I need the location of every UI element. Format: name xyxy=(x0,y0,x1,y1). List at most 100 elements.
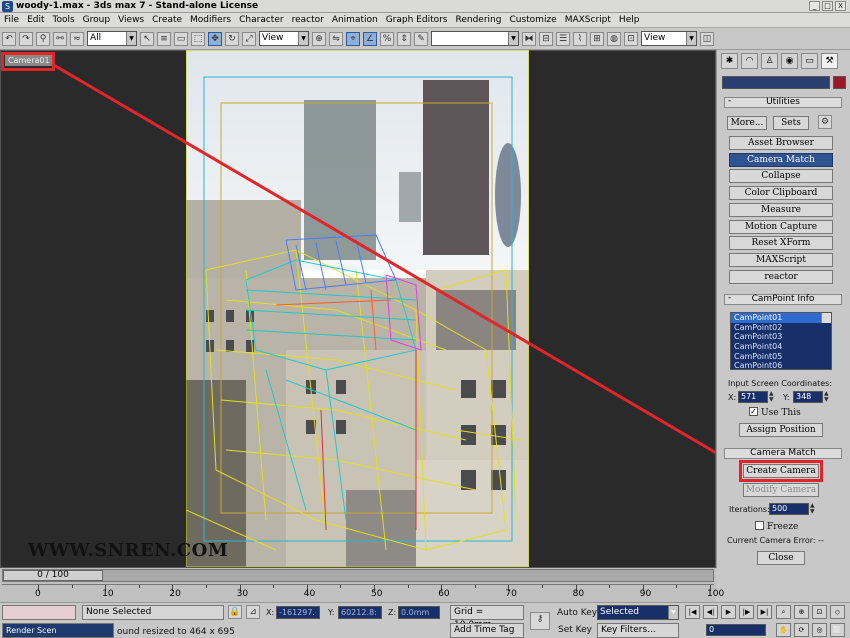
freeze-label: Freeze xyxy=(767,522,799,532)
key-filters-button[interactable]: Key Filters... xyxy=(597,623,679,638)
track-bar[interactable]: 0 10 20 30 40 50 60 70 80 90 100 xyxy=(2,584,724,601)
utility-motion-capture[interactable]: Motion Capture xyxy=(729,220,833,234)
play-icon[interactable]: ▶ xyxy=(721,605,736,619)
chevron-down-icon: ▼ xyxy=(668,606,678,619)
list-item[interactable]: CamPoint02 xyxy=(731,323,831,333)
time-slider[interactable]: 0 / 100 xyxy=(2,569,714,582)
close-utility-button[interactable]: Close xyxy=(757,551,805,565)
display-tab-icon[interactable]: ▭ xyxy=(801,53,818,69)
hierarchy-tab-icon[interactable]: ♙ xyxy=(761,53,778,69)
spinner-arrows-icon[interactable]: ▲ ▼ xyxy=(824,391,831,403)
freeze-checkbox[interactable] xyxy=(755,521,764,530)
zoom-all-icon[interactable]: ⊕ xyxy=(794,605,809,619)
key-mode-dropdown[interactable]: Selected ▼ xyxy=(597,605,679,620)
status-bar: None Selected 🔒 ⊿ X: -161297. Y: 60212.8… xyxy=(0,602,850,638)
status-y-label: Y: xyxy=(328,608,335,617)
sets-button[interactable]: Sets xyxy=(773,116,809,130)
create-tab-icon[interactable]: ✱ xyxy=(721,53,738,69)
configure-button-sets-icon[interactable]: ⚙ xyxy=(818,115,832,129)
maximize-viewport-icon[interactable]: ⬜ xyxy=(830,623,845,637)
utility-color-clipboard[interactable]: Color Clipboard xyxy=(729,186,833,200)
assign-position-button[interactable]: Assign Position xyxy=(739,423,823,437)
current-frame-field[interactable]: 0 xyxy=(706,624,766,636)
object-color-swatch[interactable] xyxy=(833,76,846,89)
status-y-field[interactable]: 60212.8: xyxy=(338,606,382,619)
timeline-tick xyxy=(71,585,73,588)
modify-camera-button[interactable]: Modify Camera xyxy=(743,483,819,497)
utility-camera-match[interactable]: Camera Match xyxy=(729,153,833,167)
timeline-tick-label: 70 xyxy=(505,589,517,599)
walk-through-icon[interactable]: ⟳ xyxy=(794,623,809,637)
iterations-field[interactable]: 500 xyxy=(769,503,809,515)
screen-y-field[interactable]: 348 xyxy=(793,391,823,403)
key-icon[interactable]: ⚷ xyxy=(530,612,550,630)
camera-match-rollout-header[interactable]: Camera Match xyxy=(724,448,842,459)
utility-reactor[interactable]: reactor xyxy=(729,270,833,284)
list-item[interactable]: CamPoint03 xyxy=(731,332,831,342)
field-of-view-icon[interactable]: ◇ xyxy=(830,605,845,619)
timeline-tick-label: 20 xyxy=(169,589,181,599)
add-time-tag[interactable]: Add Time Tag xyxy=(450,623,524,638)
previous-frame-icon[interactable]: ◀| xyxy=(703,605,718,619)
maxscript-listener-mini[interactable] xyxy=(2,605,76,620)
zoom-icon[interactable]: ⌕ xyxy=(776,605,791,619)
render-scene-taskbar[interactable]: Render Scen xyxy=(2,623,114,638)
create-camera-highlight xyxy=(739,460,823,482)
grid-size: Grid = 10.0mm xyxy=(450,605,524,630)
motion-tab-icon[interactable]: ◉ xyxy=(781,53,798,69)
list-item[interactable]: CamPoint06 xyxy=(731,361,831,371)
utilities-rollout-header[interactable]: - Utilities xyxy=(724,97,842,108)
object-name-field[interactable] xyxy=(722,76,830,89)
timeline-tick xyxy=(206,585,207,588)
set-key-label[interactable]: Set Key xyxy=(558,625,592,635)
timeline-tick xyxy=(542,585,543,588)
input-coords-label: Input Screen Coordinates: xyxy=(728,379,833,388)
list-item[interactable]: CamPoint05 xyxy=(731,352,831,362)
utility-measure[interactable]: Measure xyxy=(729,203,833,217)
absolute-mode-icon[interactable]: ⊿ xyxy=(246,605,260,619)
timeline-tick-label: 90 xyxy=(639,589,652,599)
x-label: X: xyxy=(728,393,737,402)
list-item[interactable]: CamPoint04 xyxy=(731,342,831,352)
status-x-field[interactable]: -161297. xyxy=(276,606,320,619)
spinner-arrows-icon[interactable]: ▲ ▼ xyxy=(810,503,817,515)
command-panel: ✱ ◠ ♙ ◉ ▭ ⚒ - Utilities More... Sets ⚙ As… xyxy=(716,50,850,568)
selection-status: None Selected xyxy=(82,605,224,620)
utility-maxscript[interactable]: MAXScript xyxy=(729,253,833,267)
timeline-tick xyxy=(407,585,409,588)
pan-icon[interactable]: ✋ xyxy=(776,623,791,637)
zoom-extents-icon[interactable]: ⊡ xyxy=(812,605,827,619)
screen-x-field[interactable]: 571 xyxy=(738,391,768,403)
campoint-info-rollout-header[interactable]: - CamPoint Info xyxy=(724,294,842,305)
timeline-tick xyxy=(676,585,678,588)
utility-asset-browser[interactable]: Asset Browser xyxy=(729,136,833,150)
campoint-list[interactable]: CamPoint01 CamPoint02 CamPoint03 CamPoin… xyxy=(730,312,832,370)
utilities-tab-icon[interactable]: ⚒ xyxy=(821,53,838,69)
watermark-text: WWW.SNREN.COM xyxy=(28,540,229,561)
orbit-icon[interactable]: ◎ xyxy=(812,623,827,637)
next-frame-icon[interactable]: |▶ xyxy=(739,605,754,619)
status-z-label: Z: xyxy=(388,608,397,617)
modify-tab-icon[interactable]: ◠ xyxy=(741,53,758,69)
time-slider-thumb[interactable]: 0 / 100 xyxy=(3,570,103,581)
timeline-tick-label: 0 xyxy=(35,589,41,599)
timeline-tick xyxy=(609,585,611,588)
use-this-checkbox[interactable]: ✓ xyxy=(749,407,758,416)
list-scrollbar[interactable] xyxy=(821,313,831,323)
timeline-tick-label: 30 xyxy=(236,589,249,599)
utility-reset-xform[interactable]: Reset XForm xyxy=(729,236,833,250)
status-z-field[interactable]: 0.0mm xyxy=(398,606,440,619)
timeline-tick-label: 50 xyxy=(371,589,383,599)
spinner-arrows-icon[interactable]: ▲ ▼ xyxy=(769,391,776,403)
prompt-line: ound resized to 464 x 695 xyxy=(117,627,235,637)
timeline-tick xyxy=(340,585,342,588)
auto-key-label[interactable]: Auto Key xyxy=(557,608,597,618)
more-button[interactable]: More... xyxy=(727,116,767,130)
iterations-label: Iterations: xyxy=(729,505,770,514)
timeline-tick-label: 10 xyxy=(102,589,114,599)
utility-collapse[interactable]: Collapse xyxy=(729,169,833,183)
go-to-end-icon[interactable]: ▶| xyxy=(757,605,772,619)
lock-icon[interactable]: 🔒 xyxy=(228,605,242,619)
list-item[interactable]: CamPoint01 xyxy=(731,313,831,323)
go-to-start-icon[interactable]: |◀ xyxy=(685,605,700,619)
